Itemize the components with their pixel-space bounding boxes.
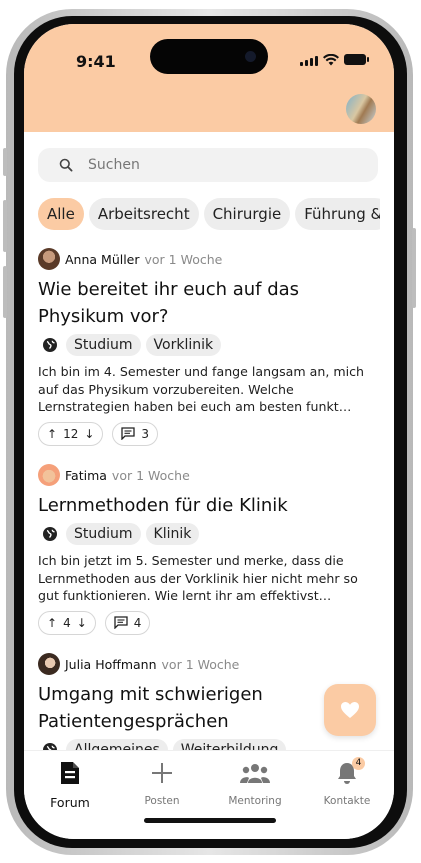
side-button-volume-up <box>3 200 7 252</box>
upvote-icon[interactable]: ↑ <box>47 616 57 630</box>
camera-icon <box>245 51 256 62</box>
post-body: Ich bin im 4. Semester und fange langsam… <box>38 364 365 414</box>
nav-forum[interactable]: Forum <box>33 761 107 810</box>
post-title[interactable]: Wie bereitet ihr euch auf das Physikum v… <box>38 276 380 330</box>
post-meta: Fatima vor 1 Woche <box>38 464 380 486</box>
search-placeholder: Suchen <box>88 157 140 173</box>
post-meta: Julia Hoffmann vor 1 Woche <box>38 653 380 675</box>
favorite-fab-button[interactable] <box>324 684 376 736</box>
comments-button[interactable]: 4 <box>104 610 151 635</box>
downvote-icon[interactable]: ↓ <box>84 427 94 441</box>
post-meta: Anna Müller vor 1 Woche <box>38 248 380 270</box>
chip-chirurgie[interactable]: Chirurgie <box>203 198 291 230</box>
post-body: Ich bin jetzt im 5. Semester und merke, … <box>38 553 358 603</box>
comment-icon <box>121 427 136 440</box>
nav-posten[interactable]: Posten <box>125 761 199 807</box>
status-time: 9:41 <box>76 52 116 71</box>
notification-badge: 4 <box>352 757 365 770</box>
tag[interactable]: Studium <box>66 334 141 356</box>
globe-icon <box>43 743 57 750</box>
nav-kontakte[interactable]: 4 Kontakte <box>310 757 384 807</box>
post-time: vor 1 Woche <box>161 656 240 672</box>
vote-count: 12 <box>63 426 79 441</box>
vote-count: 4 <box>63 615 71 630</box>
side-button-action <box>3 148 7 176</box>
chip-arbeitsrecht[interactable]: Arbeitsrecht <box>88 198 199 230</box>
post-time: vor 1 Woche <box>144 251 223 267</box>
signal-icon <box>300 56 318 66</box>
chip-fuehrung[interactable]: Führung & <box>295 198 380 230</box>
side-button-volume-down <box>3 266 7 318</box>
search-input[interactable]: Suchen <box>38 148 378 182</box>
avatar <box>38 248 60 270</box>
dynamic-island <box>150 39 268 74</box>
post-time: vor 1 Woche <box>111 467 190 483</box>
nav-label: Posten <box>144 795 180 807</box>
vote-control: ↑ 12 ↓ <box>38 421 104 446</box>
nav-label: Kontakte <box>323 795 371 807</box>
side-button-power <box>412 228 416 308</box>
heart-icon <box>341 702 359 718</box>
nav-label: Mentoring <box>228 795 282 807</box>
profile-avatar[interactable] <box>346 94 376 124</box>
comments-button[interactable]: 3 <box>112 421 159 446</box>
header-bar: 9:41 <box>24 24 394 132</box>
bottom-nav: Forum Posten Mentoring 4 Kontakte <box>24 750 394 839</box>
avatar <box>38 464 60 486</box>
comment-icon <box>114 616 128 629</box>
post-tags: Studium Vorklinik <box>38 334 380 356</box>
post-author[interactable]: Julia Hoffmann <box>65 657 157 672</box>
post-author[interactable]: Anna Müller <box>65 252 140 267</box>
comment-count: 4 <box>133 615 142 630</box>
group-icon <box>240 764 270 783</box>
document-icon <box>61 762 79 784</box>
tag[interactable]: Klinik <box>145 523 200 545</box>
battery-icon <box>344 54 369 65</box>
wifi-icon <box>323 54 339 66</box>
tag[interactable]: Studium <box>66 523 141 545</box>
home-indicator <box>144 818 276 823</box>
nav-label: Forum <box>50 795 90 810</box>
post-tags: Allgemeines Weiterbildung <box>38 739 380 750</box>
tag[interactable]: Allgemeines <box>66 739 168 750</box>
post-actions: ↑ 12 ↓ 3 <box>38 421 380 446</box>
vote-control: ↑ 4 ↓ <box>38 610 96 635</box>
category-chips: Alle Arbeitsrecht Chirurgie Führung & <box>38 198 380 232</box>
globe-icon <box>43 338 57 352</box>
app-screen: 9:41 Suchen Alle Arbeitsrecht Chirurgie Füh… <box>24 24 394 839</box>
status-icons <box>300 54 369 66</box>
chip-alle[interactable]: Alle <box>38 198 84 230</box>
search-icon <box>59 158 73 172</box>
nav-mentoring[interactable]: Mentoring <box>218 761 292 807</box>
post-card[interactable]: Anna Müller vor 1 Woche Wie bereitet ihr… <box>38 248 380 446</box>
post-actions: ↑ 4 ↓ 4 <box>38 610 380 635</box>
avatar <box>38 653 60 675</box>
downvote-icon[interactable]: ↓ <box>77 616 87 630</box>
upvote-icon[interactable]: ↑ <box>47 427 57 441</box>
tag[interactable]: Vorklinik <box>145 334 222 356</box>
globe-icon <box>43 527 57 541</box>
post-author[interactable]: Fatima <box>65 468 107 483</box>
post-card[interactable]: Fatima vor 1 Woche Lernmethoden für die … <box>38 464 380 635</box>
tag[interactable]: Weiterbildung <box>172 739 287 750</box>
post-title[interactable]: Lernmethoden für die Klinik <box>38 492 380 519</box>
plus-icon <box>152 763 172 783</box>
post-tags: Studium Klinik <box>38 523 380 545</box>
comment-count: 3 <box>141 426 150 441</box>
